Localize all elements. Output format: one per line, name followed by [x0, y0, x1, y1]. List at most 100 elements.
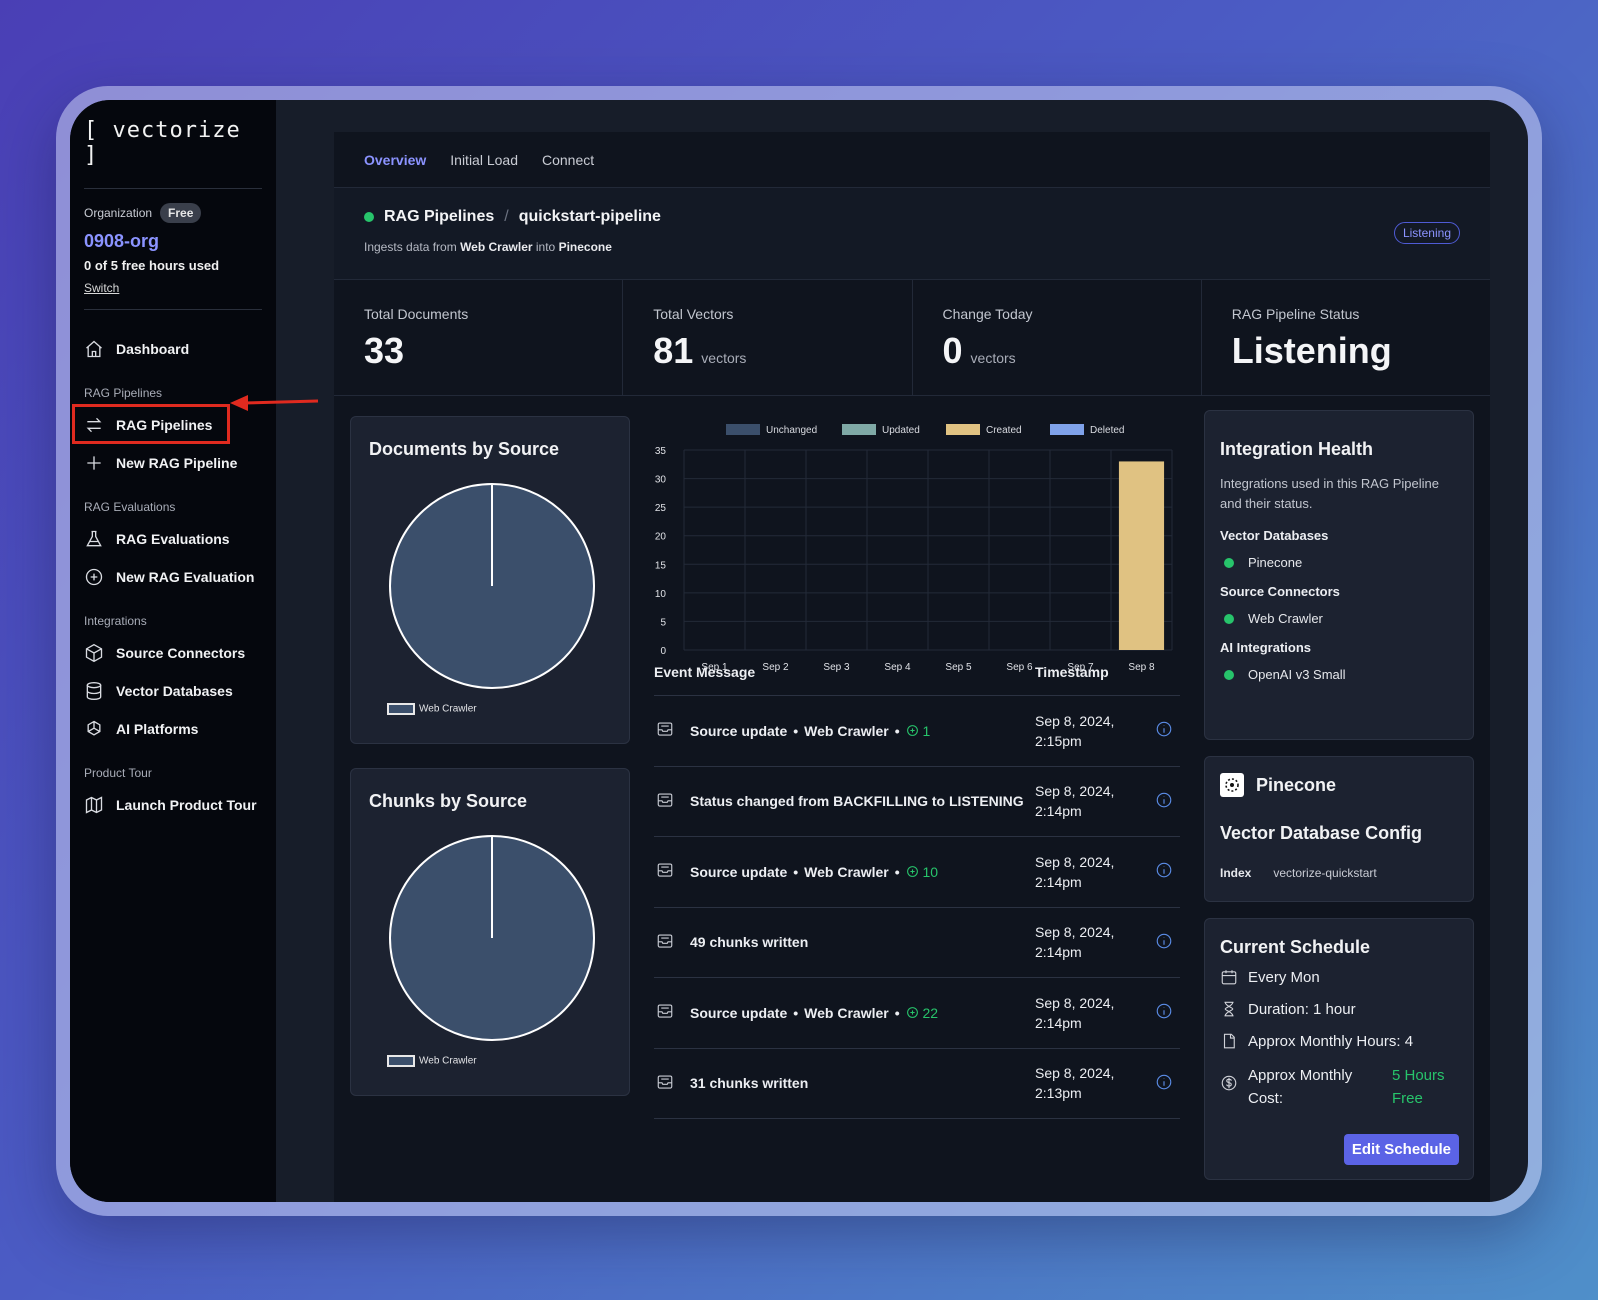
separator-dot: • — [894, 722, 900, 739]
home-icon — [86, 340, 102, 358]
event-date: Sep 8, 2024, — [1035, 712, 1115, 729]
sidebar-item-rag-evaluations[interactable]: RAG Evaluations — [84, 520, 262, 558]
y-tick-label: 15 — [655, 560, 667, 571]
plus-circle-icon — [906, 864, 919, 880]
info-icon[interactable] — [1155, 1002, 1173, 1023]
stats-row: Total Documents 33 Total Vectors 81 vecto… — [334, 280, 1490, 396]
integration-name: Web Crawler — [1248, 611, 1323, 626]
current-schedule-panel: Current Schedule Every Mon Duration: 1 h… — [1204, 918, 1474, 1180]
org-name[interactable]: 0908-org — [84, 231, 262, 252]
index-value: vectorize-quickstart — [1273, 866, 1377, 880]
edit-schedule-button[interactable]: Edit Schedule — [1343, 1134, 1459, 1165]
cube-icon — [85, 643, 103, 663]
info-icon[interactable] — [1155, 1073, 1173, 1094]
provider-name: Pinecone — [1256, 774, 1337, 795]
schedule-frequency: Every Mon — [1220, 968, 1458, 986]
event-count-value: 22 — [922, 1004, 939, 1021]
stat-total-documents: Total Documents 33 — [334, 280, 624, 395]
panel-title: Current Schedule — [1220, 937, 1371, 957]
sidebar-item-launch-product-tour[interactable]: Launch Product Tour — [84, 786, 262, 824]
event-count: 10 — [906, 864, 938, 880]
stat-label: Change Today — [942, 306, 1033, 322]
sidebar-item-label: New RAG Evaluation — [116, 569, 255, 585]
event-count-value: 10 — [922, 863, 939, 880]
stat-label: Total Vectors — [653, 306, 734, 322]
y-tick-label: 5 — [660, 617, 666, 628]
event-timestamp: Sep 8, 2024, 2:14pm — [1035, 922, 1145, 962]
event-message: Source update — [690, 863, 788, 880]
documents-pie-chart — [389, 483, 595, 689]
cost-value: 5 Hours — [1392, 1067, 1445, 1084]
sidebar-item-source-connectors[interactable]: Source Connectors — [84, 634, 262, 672]
separator-dot: • — [793, 722, 799, 739]
separator-dot: • — [894, 1004, 900, 1021]
schedule-value: Approx Monthly Hours: 4 — [1248, 1032, 1414, 1050]
sidebar-item-label: AI Platforms — [116, 721, 199, 737]
event-message: Status changed from BACKFILLING to LISTE… — [690, 793, 1024, 810]
table-row: Source update • Web Crawler • 10 Sep 8, 202… — [654, 837, 1180, 908]
event-source: Web Crawler — [804, 722, 889, 739]
sidebar-item-new-rag-pipeline[interactable]: New RAG Pipeline — [84, 444, 262, 482]
integration-item-ai[interactable]: OpenAI v3 Small — [1220, 667, 1458, 682]
panel-title: Documents by Source — [369, 439, 560, 459]
switch-org-link[interactable]: Switch — [84, 281, 119, 295]
pie-legend: Web Crawler — [387, 1055, 477, 1067]
stat-pipeline-status: RAG Pipeline Status Listening — [1202, 280, 1490, 395]
database-icon — [86, 682, 102, 701]
cost-value: Free — [1392, 1090, 1423, 1107]
schedule-monthly-cost: Approx Monthly Cost: 5 Hours Free — [1220, 1064, 1458, 1110]
map-icon — [85, 796, 103, 814]
breadcrumb-root[interactable]: RAG Pipelines — [384, 208, 494, 226]
column-header-timestamp: Timestamp — [1035, 663, 1109, 680]
ingest-destination: Pinecone — [558, 240, 612, 254]
sidebar-item-label: New RAG Pipeline — [116, 455, 238, 471]
info-icon[interactable] — [1155, 791, 1173, 812]
tab-overview[interactable]: Overview — [364, 152, 426, 168]
info-icon[interactable] — [1155, 932, 1173, 953]
event-message-cell: Status changed from BACKFILLING to LISTE… — [690, 793, 1035, 809]
column-header-message: Event Message — [654, 663, 756, 680]
y-tick-label: 20 — [655, 532, 667, 543]
status-dot — [1224, 557, 1234, 568]
tab-connect[interactable]: Connect — [542, 152, 594, 168]
document-icon — [1223, 1033, 1235, 1049]
inbox-icon — [654, 791, 690, 812]
legend-swatch — [387, 703, 415, 715]
table-row: 49 chunks written Sep 8, 2024, 2:14pm — [654, 908, 1180, 978]
sidebar-item-vector-databases[interactable]: Vector Databases — [84, 672, 262, 710]
events-table: Event Message Timestamp Source update • We… — [654, 648, 1180, 1119]
legend-swatch — [946, 424, 980, 435]
chunks-by-source-panel: Chunks by Source Web Crawler — [350, 768, 630, 1096]
hours-used: 0 of 5 free hours used — [84, 258, 220, 273]
dollar-circle-icon — [1221, 1075, 1237, 1091]
panel-description: Integrations used in this RAG Pipeline a… — [1220, 476, 1439, 511]
tab-initial-load[interactable]: Initial Load — [450, 152, 518, 168]
sidebar-item-dashboard[interactable]: Dashboard — [84, 330, 262, 368]
table-row: Status changed from BACKFILLING to LISTE… — [654, 767, 1180, 837]
event-timestamp: Sep 8, 2024, 2:14pm — [1035, 993, 1145, 1033]
event-message-cell: 31 chunks written — [690, 1075, 1035, 1091]
stat-value: 81 — [653, 330, 694, 371]
sidebar-item-label: RAG Evaluations — [116, 531, 230, 547]
integration-health-panel: Integration Health Integrations used in … — [1204, 410, 1474, 740]
event-time: 2:14pm — [1035, 944, 1082, 961]
stat-value: 33 — [364, 330, 405, 371]
integration-item-vector-db[interactable]: Pinecone — [1220, 555, 1458, 570]
sidebar-item-ai-platforms[interactable]: AI Platforms — [84, 710, 262, 748]
stat-value: Listening — [1231, 330, 1392, 371]
pipeline-name: quickstart-pipeline — [518, 208, 661, 225]
sidebar-item-new-rag-evaluation[interactable]: New RAG Evaluation — [84, 558, 262, 596]
event-message: 49 chunks written — [690, 934, 809, 951]
chunks-pie-chart — [389, 835, 595, 1041]
info-icon[interactable] — [1155, 861, 1173, 882]
plus-icon — [87, 456, 101, 470]
vector-db-config-panel: Pinecone Vector Database Config Index ve… — [1204, 756, 1474, 902]
plus-circle-icon — [906, 1005, 919, 1021]
legend-label: Deleted — [1090, 425, 1124, 436]
bar[interactable] — [1118, 461, 1165, 650]
ingest-mid: into — [535, 240, 556, 254]
integration-item-source[interactable]: Web Crawler — [1220, 611, 1458, 626]
legend-swatch — [842, 424, 876, 435]
info-icon[interactable] — [1155, 720, 1173, 741]
sidebar-item-label: Vector Databases — [116, 683, 233, 699]
